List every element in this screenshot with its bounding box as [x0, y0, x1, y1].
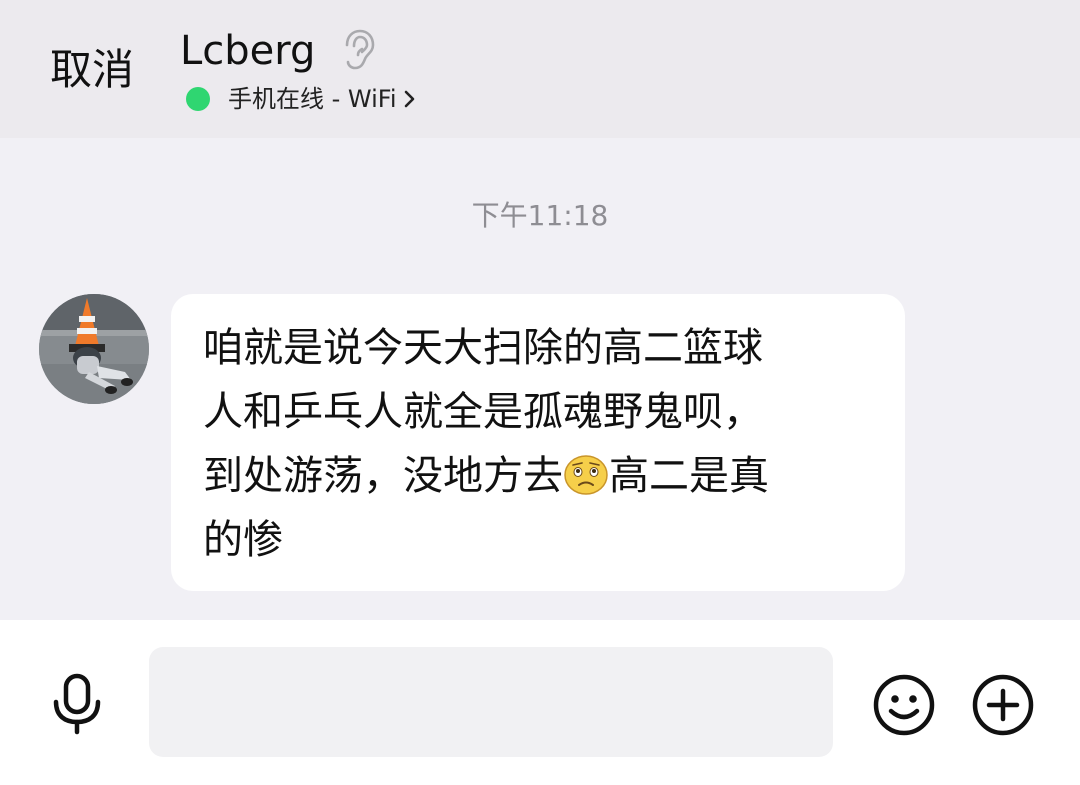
- message-input[interactable]: [149, 647, 833, 757]
- chat-header: 取消 Lcberg 手机在线 - WiFi: [0, 0, 1080, 138]
- microphone-icon[interactable]: [48, 672, 106, 736]
- avatar-photo: [39, 294, 149, 404]
- message-bubble[interactable]: 咱就是说今天大扫除的高二篮球 人和乒乓人就全是孤魂野鬼呗， 到处游荡，没地方去 …: [171, 294, 905, 591]
- message-line: 到处游荡，没地方去 高二是真: [203, 444, 875, 508]
- message-line: 咱就是说今天大扫除的高二篮球: [203, 325, 763, 371]
- online-status[interactable]: 手机在线 - WiFi: [186, 82, 419, 116]
- message-text: 高二是真: [609, 453, 769, 499]
- contact-name[interactable]: Lcberg: [180, 26, 315, 76]
- online-dot: [186, 87, 210, 111]
- cancel-button[interactable]: 取消: [50, 44, 134, 96]
- message-timestamp: 下午11:18: [471, 199, 609, 232]
- status-text: 手机在线 - WiFi: [228, 85, 397, 113]
- smiley-icon[interactable]: [872, 673, 936, 737]
- avatar[interactable]: [39, 294, 149, 404]
- message-text: 到处游荡，没地方去: [203, 453, 563, 499]
- message-line: 人和乒乓人就全是孤魂野鬼呗，: [203, 389, 763, 435]
- sad-face-emoji: [564, 455, 608, 495]
- message-line: 的惨: [203, 517, 283, 563]
- chevron-right-icon: [404, 90, 414, 108]
- plus-circle-icon[interactable]: [971, 673, 1035, 737]
- ear-icon[interactable]: [338, 28, 378, 72]
